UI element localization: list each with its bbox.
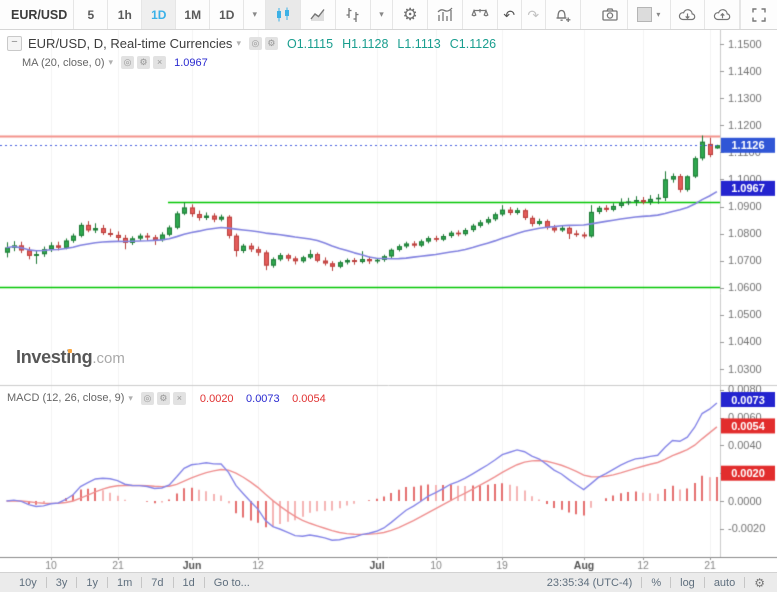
timeframe-dropdown-icon[interactable]: ▾ [244,0,266,29]
macd-legend: MACD (12, 26, close, 9) ▾ ◎ ⚙ × 0.0020 0… [7,389,326,407]
indicators-icon [436,6,454,24]
ohlc-chart-type-button[interactable] [336,0,371,29]
undo-icon: ↶ [503,8,515,22]
gear-icon: ⚙ [402,6,417,23]
range-buttons: 10y 3y 1y 1m 7d 1d Go to... [10,573,259,592]
layout-template-button[interactable]: ▾ [628,0,670,29]
macd-values: 0.0020 0.0073 0.0054 [192,389,326,407]
redo-button[interactable]: ↷ [522,0,546,29]
cloud-upload-icon [713,6,732,24]
chart-canvas[interactable] [0,30,777,572]
brand-dot [68,349,72,353]
range-1y-button[interactable]: 1y [77,577,107,589]
timeframe-1d-button[interactable]: 1D [142,0,176,29]
add-alert-button[interactable] [546,0,581,29]
investing-watermark: Investing.com [16,347,125,368]
timeframe-5-button[interactable]: 5 [74,0,108,29]
ohlc-bars-icon [344,6,362,24]
line-chart-type-button[interactable] [301,0,336,29]
area-chart-icon [309,6,327,24]
settings-button[interactable]: ⚙ [393,0,428,29]
redo-icon: ↷ [527,8,539,22]
ma-visibility-icon[interactable]: ◎ [121,56,134,69]
low-value: L1.1113 [397,37,440,51]
log-scale-button[interactable]: log [671,577,704,589]
toolbar-gap [581,0,594,29]
indicators-button[interactable] [428,0,463,29]
range-1m-button[interactable]: 1m [108,577,141,589]
collapse-legend-icon[interactable]: − [7,36,22,51]
series-settings-icon[interactable]: ⚙ [265,37,278,50]
scales-icon [471,6,489,24]
visibility-icon[interactable]: ◎ [249,37,262,50]
ma-value: 1.0967 [174,57,208,69]
brand-text: Investing [16,347,92,367]
bottom-toolbar: 10y 3y 1y 1m 7d 1d Go to... 23:35:34 (UT… [0,572,777,592]
range-1d-button[interactable]: 1d [174,577,204,589]
cloud-download-icon [678,6,697,24]
chart-app: { "icons": { "gear": "⚙", "caret_down": … [0,0,777,592]
range-3y-button[interactable]: 3y [47,577,77,589]
high-value: H1.1128 [342,37,388,51]
camera-icon [601,6,619,24]
timeframe-1m-button[interactable]: 1M [176,0,210,29]
screenshot-button[interactable] [593,0,628,29]
top-toolbar: EUR/USD 5 1h 1D 1M 1D ▾ ▾ ⚙ [0,0,777,30]
candlestick-icon [274,6,292,24]
timeframe-1d2-button[interactable]: 1D [210,0,244,29]
macd-chevron-down-icon[interactable]: ▾ [128,393,133,404]
ma-chevron-down-icon[interactable]: ▾ [109,57,114,68]
percent-scale-button[interactable]: % [642,577,670,589]
compare-button[interactable] [463,0,498,29]
chevron-down-icon[interactable]: ▾ [236,38,241,49]
ma-settings-icon[interactable]: ⚙ [137,56,150,69]
expand-icon [750,6,768,24]
load-chart-button[interactable] [671,0,706,29]
macd-label[interactable]: MACD (12, 26, close, 9) [7,392,124,404]
macd-signal-value: 0.0054 [292,393,326,405]
brand-suffix: .com [92,350,125,367]
ma-legend: MA (20, close, 0) ▾ ◎ ⚙ × 1.0967 [22,56,208,69]
ohlc-values: O1.1115 H1.1128 L1.1113 C1.1126 [287,37,505,51]
axis-settings-gear-icon[interactable]: ⚙ [745,576,767,590]
ma-label[interactable]: MA (20, close, 0) [22,57,105,69]
range-7d-button[interactable]: 7d [142,577,172,589]
timeframe-1h-button[interactable]: 1h [108,0,142,29]
candlestick-chart-type-button[interactable] [266,0,301,29]
bell-plus-icon [554,6,572,24]
macd-hist-value: 0.0020 [200,393,234,405]
fullscreen-button[interactable] [740,0,777,29]
clock-label[interactable]: 23:35:34 (UTC-4) [538,577,642,589]
main-chart-legend: − EUR/USD, D, Real-time Currencies ▾ ◎ ⚙… [7,36,505,51]
layout-square-icon [637,7,652,22]
macd-line-value: 0.0073 [246,393,280,405]
range-10y-button[interactable]: 10y [10,577,46,589]
macd-remove-icon[interactable]: × [173,392,186,405]
close-value: C1.1126 [450,37,496,51]
macd-visibility-icon[interactable]: ◎ [141,392,154,405]
chart-area: − EUR/USD, D, Real-time Currencies ▾ ◎ ⚙… [0,30,777,572]
chart-type-dropdown-icon[interactable]: ▾ [371,0,393,29]
layout-dropdown-icon: ▾ [656,10,660,19]
chart-title[interactable]: EUR/USD, D, Real-time Currencies [28,36,232,51]
scale-controls: 23:35:34 (UTC-4) % log auto ⚙ [538,573,767,592]
undo-button[interactable]: ↶ [498,0,522,29]
save-chart-button[interactable] [705,0,740,29]
auto-scale-button[interactable]: auto [705,577,744,589]
ma-remove-icon[interactable]: × [153,56,166,69]
symbol-label[interactable]: EUR/USD [0,0,74,29]
goto-date-button[interactable]: Go to... [205,577,259,589]
macd-settings-icon[interactable]: ⚙ [157,392,170,405]
open-value: O1.1115 [287,37,333,51]
